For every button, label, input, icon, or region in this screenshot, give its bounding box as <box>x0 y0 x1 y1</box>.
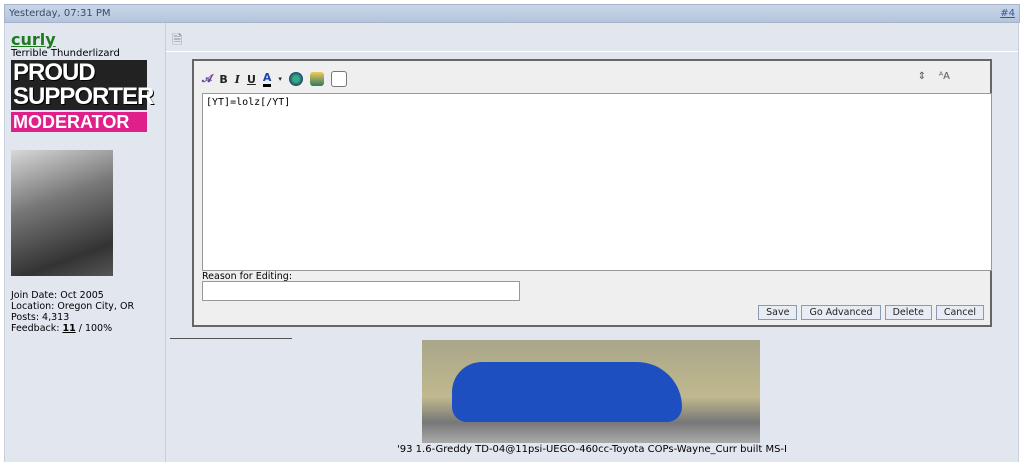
join-date: Join Date: Oct 2005 <box>11 290 104 301</box>
post-body: 🗎 𝒜 B I U A ▾ ⇕ ᴬA [YT]=lolz[/YT] Reason… <box>166 23 1019 462</box>
insert-image-icon[interactable] <box>309 72 324 86</box>
quick-edit-editor: 𝒜 B I U A ▾ ⇕ ᴬA [YT]=lolz[/YT] Reason f… <box>192 59 992 327</box>
cancel-button[interactable]: Cancel <box>935 305 984 320</box>
delete-button[interactable]: Delete <box>884 305 932 320</box>
post-icon: 🗎 <box>172 33 183 48</box>
signature-car-image <box>422 340 760 443</box>
username-link[interactable]: curly <box>11 30 56 49</box>
resize-icon[interactable]: ⇕ ᴬA <box>918 71 950 82</box>
post-count: Posts: 4,313 <box>11 312 70 323</box>
editor-toolbar: 𝒜 B I U A ▾ <box>202 69 347 89</box>
location: Location: Oregon City, OR <box>11 301 135 312</box>
bold-button[interactable]: B <box>219 73 227 86</box>
feedback-link[interactable]: 11 <box>62 323 75 334</box>
editor-buttons: Save Go Advanced Delete Cancel <box>758 305 984 320</box>
feedback: Feedback: 11 / 100% <box>11 323 134 334</box>
badge-text-moderator: MODERATOR <box>11 112 147 132</box>
signature-caption: '93 1.6-Greddy TD-04@11psi-UEGO-460cc-To… <box>397 444 787 455</box>
message-textarea[interactable]: [YT]=lolz[/YT] <box>202 93 992 271</box>
go-advanced-button[interactable]: Go Advanced <box>801 305 881 320</box>
user-avatar[interactable] <box>11 150 113 276</box>
user-title: Terrible Thunderlizard <box>11 48 120 59</box>
user-info: Join Date: Oct 2005 Location: Oregon Cit… <box>11 290 134 334</box>
post-header: Yesterday, 07:31 PM #4 <box>4 4 1020 23</box>
underline-button[interactable]: U <box>247 73 256 86</box>
divider <box>166 51 1018 52</box>
chevron-down-icon[interactable]: ▾ <box>278 75 282 83</box>
quote-icon[interactable] <box>330 71 347 87</box>
italic-button[interactable]: I <box>235 73 240 86</box>
car-body <box>452 362 682 422</box>
signature-divider <box>170 338 292 339</box>
save-button[interactable]: Save <box>758 305 798 320</box>
supporter-badge-image: PROUD SUPPORTER MODERATOR <box>11 59 154 132</box>
badge-text: PROUD SUPPORTER <box>11 59 154 110</box>
feedback-percent: / 100% <box>75 323 113 334</box>
font-color-button[interactable]: A <box>262 71 272 87</box>
post-date: Yesterday, 07:31 PM <box>9 8 111 19</box>
feedback-label: Feedback: <box>11 323 63 334</box>
post-number-link[interactable]: #4 <box>1000 5 1015 22</box>
remove-format-icon[interactable]: 𝒜 <box>202 72 212 86</box>
user-sidebar: curly Terrible Thunderlizard PROUD SUPPO… <box>4 23 166 462</box>
reason-input[interactable] <box>202 281 520 301</box>
insert-link-icon[interactable] <box>288 72 303 86</box>
